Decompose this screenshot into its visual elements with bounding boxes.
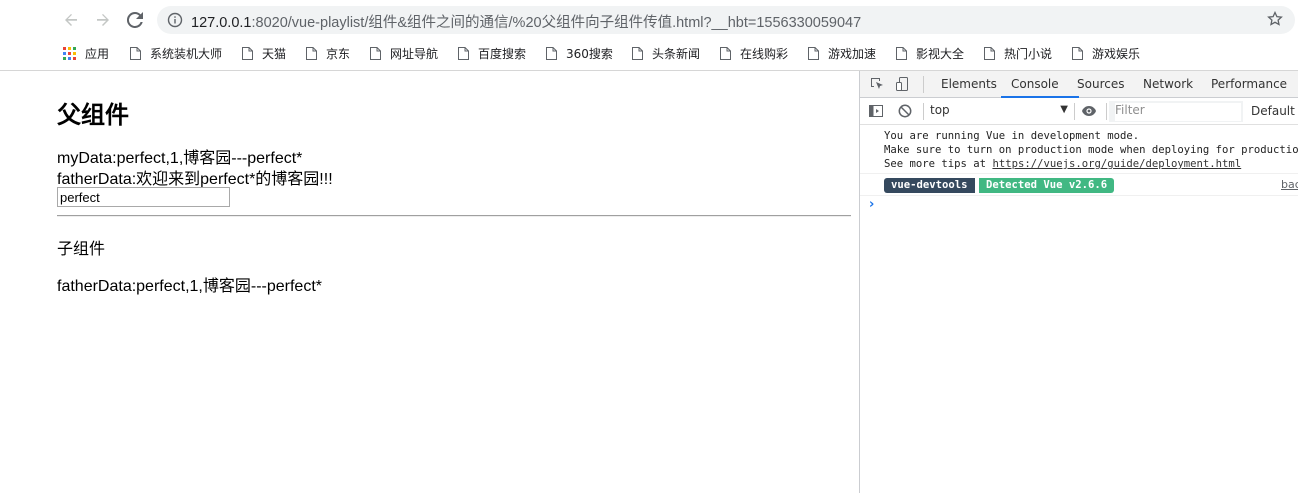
page-icon (458, 46, 469, 60)
deployment-link[interactable]: https://vuejs.org/guide/deployment.html (992, 158, 1241, 170)
page-icon (720, 46, 731, 60)
devtools-panel: Elements Console Sources Network Perform… (859, 71, 1298, 493)
bookmark-item[interactable]: 在线购彩 (720, 43, 788, 63)
bookmarks-bar: 应用 系统装机大师 天猫 京东 网址导航 百度搜索 360搜索 头条新闻 在线购… (0, 39, 1298, 67)
parent-component-title: 父组件 (57, 102, 129, 129)
bookmark-label: 百度搜索 (478, 46, 527, 61)
browser-toolbar: 127.0.0.1:8020/vue-playlist/组件&组件之间的通信/%… (0, 0, 1298, 39)
bookmark-label: 天猫 (262, 46, 287, 61)
page-icon (370, 46, 381, 60)
device-toolbar-icon[interactable] (895, 76, 911, 92)
console-prompt-icon[interactable]: › (869, 197, 874, 212)
tab-network[interactable]: Network (1143, 77, 1193, 91)
console-message: See more tips at https://vuejs.org/guide… (884, 157, 1241, 171)
tab-performance[interactable]: Performance (1211, 77, 1287, 91)
info-icon[interactable] (167, 12, 183, 28)
bookmark-label: 网址导航 (390, 46, 439, 61)
bookmark-item[interactable]: 游戏娱乐 (1072, 43, 1140, 63)
page-icon (1072, 46, 1083, 60)
forward-button[interactable] (92, 9, 114, 31)
page-icon (242, 46, 253, 60)
toolbar-separator (1106, 103, 1107, 120)
devtools-tabbar: Elements Console Sources Network Perform… (860, 71, 1298, 98)
toolbar-separator (923, 103, 924, 120)
bookmark-label: 360搜索 (566, 46, 613, 61)
star-icon[interactable] (1267, 11, 1283, 27)
page-icon (808, 46, 819, 60)
reload-button[interactable] (124, 9, 146, 31)
page-icon (896, 46, 907, 60)
page-viewport: 父组件 myData:perfect,1,博客园---perfect* fath… (0, 71, 859, 493)
console-message-text: See more tips at (884, 158, 993, 170)
tab-console[interactable]: Console (1011, 77, 1059, 91)
bookmark-item[interactable]: 影视大全 (896, 43, 964, 63)
console-toolbar: top ▼ Filter Default levels (860, 98, 1298, 125)
source-link[interactable]: backend.js:1 (1281, 178, 1298, 191)
bookmark-label: 系统装机大师 (150, 46, 223, 61)
tab-elements[interactable]: Elements (941, 77, 997, 91)
context-select[interactable]: top ▼ (930, 103, 1068, 120)
caret-down-icon: ▼ (1060, 104, 1068, 115)
address-bar[interactable]: 127.0.0.1:8020/vue-playlist/组件&组件之间的通信/%… (157, 6, 1295, 34)
bookmark-label: 京东 (326, 46, 351, 61)
message-separator (860, 173, 1298, 174)
bookmark-label: 影视大全 (916, 46, 965, 61)
bookmark-label: 游戏娱乐 (1092, 46, 1141, 61)
back-button[interactable] (60, 9, 82, 31)
child-component-title: 子组件 (57, 241, 106, 258)
arrow-right-icon (97, 14, 109, 26)
apps-grid-icon (63, 46, 76, 60)
child-father-data-text: fatherData:perfect,1,博客园---perfect* (57, 278, 322, 295)
father-data-text: fatherData:欢迎来到perfect*的博客园!!! (57, 171, 333, 188)
bookmark-item[interactable]: 热门小说 (984, 43, 1052, 63)
bookmark-label: 游戏加速 (828, 46, 877, 61)
tab-separator (923, 76, 924, 93)
detected-vue-badge: Detected Vue v2.6.6 (979, 178, 1115, 193)
father-data-input[interactable] (57, 187, 230, 207)
bookmark-item[interactable]: 天猫 (242, 43, 286, 63)
tab-sources[interactable]: Sources (1077, 77, 1124, 91)
filter-input[interactable]: Filter (1115, 103, 1241, 121)
bookmark-label: 头条新闻 (652, 46, 701, 61)
bookmark-item[interactable]: 京东 (306, 43, 350, 63)
page-icon (306, 46, 317, 60)
arrow-left-icon (65, 14, 77, 26)
inspect-element-icon[interactable] (869, 76, 885, 92)
console-message: Make sure to turn on production mode whe… (884, 144, 1298, 156)
console-output: You are running Vue in development mode.… (860, 125, 1298, 493)
bookmark-item[interactable]: 360搜索 (546, 43, 613, 63)
message-separator (860, 195, 1298, 196)
eye-icon[interactable] (1081, 104, 1097, 118)
console-message: You are running Vue in development mode. (884, 130, 1140, 142)
bookmark-label: 热门小说 (1004, 46, 1053, 61)
divider (57, 215, 851, 217)
page-icon (984, 46, 995, 60)
bookmark-item[interactable]: 游戏加速 (808, 43, 876, 63)
reload-icon (127, 12, 143, 28)
bookmark-label: 在线购彩 (740, 46, 789, 61)
url-path: :8020/vue-playlist/组件&组件之间的通信/%20父组件向子组件… (251, 15, 862, 31)
url-host: 127.0.0.1 (191, 15, 252, 31)
bookmark-apps[interactable]: 应用 (63, 43, 109, 63)
log-levels-select[interactable]: Default levels (1251, 104, 1298, 118)
page-icon (632, 46, 643, 60)
sidebar-toggle-icon[interactable] (868, 103, 884, 119)
page-icon (130, 46, 141, 60)
bookmark-item[interactable]: 系统装机大师 (130, 43, 222, 63)
bookmark-item[interactable]: 网址导航 (370, 43, 438, 63)
bookmark-label: 应用 (85, 46, 110, 61)
bookmark-item[interactable]: 百度搜索 (458, 43, 526, 63)
clear-console-icon[interactable] (897, 103, 913, 119)
page-icon (546, 46, 557, 60)
vue-devtools-badge: vue-devtools (884, 178, 975, 193)
bookmark-item[interactable]: 头条新闻 (632, 43, 700, 63)
toolbar-separator (1074, 103, 1075, 120)
url-text[interactable]: 127.0.0.1:8020/vue-playlist/组件&组件之间的通信/%… (191, 11, 861, 32)
context-value: top (930, 103, 950, 117)
